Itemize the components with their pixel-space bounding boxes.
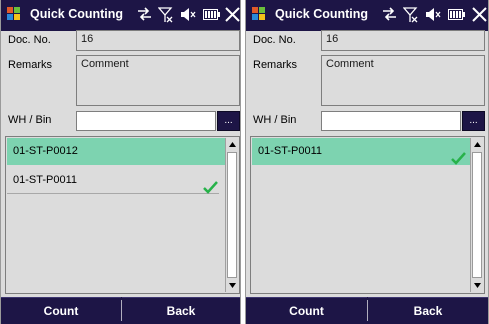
remarks-field: Comment xyxy=(321,55,485,106)
wh-bin-label: WH / Bin xyxy=(8,114,52,126)
connectivity-icon xyxy=(138,7,151,21)
app-title: Quick Counting xyxy=(275,7,369,21)
wh-bin-input[interactable] xyxy=(321,111,461,131)
windows-logo-icon[interactable] xyxy=(252,7,266,21)
count-button[interactable]: Count xyxy=(1,297,121,324)
volume-mute-icon xyxy=(181,8,196,21)
remarks-label: Remarks xyxy=(253,59,298,71)
doc-no-label: Doc. No. xyxy=(8,34,51,46)
list-item-label: 01-ST-P0011 xyxy=(13,174,78,186)
scrollbar[interactable] xyxy=(225,138,238,292)
doc-no-field: 16 xyxy=(76,30,240,51)
scroll-up-icon[interactable] xyxy=(226,138,238,151)
title-bar: Quick Counting xyxy=(1,0,240,31)
remarks-field: Comment xyxy=(76,55,240,106)
signal-off-icon xyxy=(158,7,173,23)
wh-bin-input[interactable] xyxy=(76,111,216,131)
browse-button[interactable]: ... xyxy=(462,111,485,131)
quick-counting-screen-right: Quick Counting Doc. No. 16 Remarks Comme… xyxy=(245,0,489,324)
scroll-up-icon[interactable] xyxy=(471,138,483,151)
doc-no-field: 16 xyxy=(321,30,485,51)
back-button[interactable]: Back xyxy=(122,297,240,324)
checkmark-icon xyxy=(203,181,218,194)
scroll-down-icon[interactable] xyxy=(471,279,483,292)
bin-list[interactable]: 01-ST-P0012 01-ST-P0011 xyxy=(5,136,240,294)
softkey-bar: Count Back xyxy=(246,297,488,324)
quick-counting-screen-left: Quick Counting Doc. No. 16 Remarks Comme… xyxy=(0,0,241,324)
volume-mute-icon xyxy=(426,8,441,21)
checkmark-icon xyxy=(451,152,466,165)
wh-bin-label: WH / Bin xyxy=(253,114,297,126)
connectivity-icon xyxy=(383,7,396,21)
windows-logo-icon[interactable] xyxy=(7,7,21,21)
close-icon[interactable] xyxy=(472,7,487,22)
list-item-label: 01-ST-P0011 xyxy=(258,145,323,157)
battery-icon xyxy=(203,9,220,20)
back-button[interactable]: Back xyxy=(368,297,488,324)
count-button[interactable]: Count xyxy=(246,297,367,324)
close-icon[interactable] xyxy=(225,7,240,22)
remarks-label: Remarks xyxy=(8,59,53,71)
list-item[interactable]: 01-ST-P0012 xyxy=(7,138,225,165)
title-bar: Quick Counting xyxy=(246,0,488,31)
scrollbar-thumb[interactable] xyxy=(472,152,482,278)
browse-button[interactable]: ... xyxy=(217,111,240,131)
list-item[interactable]: 01-ST-P0011 xyxy=(252,138,470,165)
battery-icon xyxy=(448,9,465,20)
softkey-bar: Count Back xyxy=(1,297,240,324)
list-item[interactable]: 01-ST-P0011 xyxy=(7,167,219,194)
app-title: Quick Counting xyxy=(30,7,124,21)
scrollbar[interactable] xyxy=(470,138,483,292)
list-item-label: 01-ST-P0012 xyxy=(13,145,78,157)
signal-off-icon xyxy=(403,7,418,23)
scrollbar-thumb[interactable] xyxy=(227,152,237,278)
scroll-down-icon[interactable] xyxy=(226,279,238,292)
doc-no-label: Doc. No. xyxy=(253,34,296,46)
bin-list[interactable]: 01-ST-P0011 xyxy=(250,136,485,294)
